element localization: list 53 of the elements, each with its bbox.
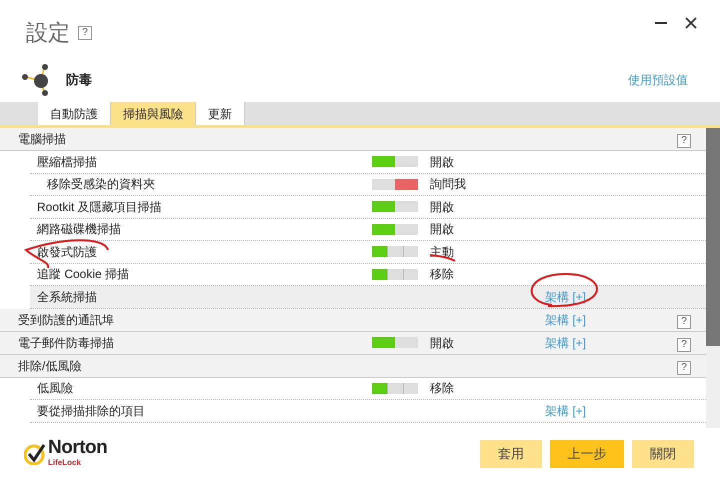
- window-title: 設定: [26, 19, 70, 47]
- tab[interactable]: 自動防護: [38, 102, 111, 125]
- setting-label: 網路磁碟機掃描: [37, 222, 121, 236]
- tab[interactable]: 更新: [196, 102, 245, 125]
- pen-scribble: [530, 273, 598, 307]
- section-header[interactable]: 電腦掃描 ?: [0, 128, 706, 151]
- setting-value: 開啟: [430, 222, 454, 236]
- section-header[interactable]: 受到防護的通訊埠 架構 [+] ?: [0, 308, 706, 332]
- toggle-slider[interactable]: [372, 337, 418, 348]
- section-header[interactable]: 電子郵件防毒掃描 開啟 架構 [+] ?: [0, 332, 706, 354]
- logo-wordmark: Norton: [48, 439, 108, 457]
- group-heading: 電腦掃描: [18, 132, 66, 146]
- setting-value: 開啟: [430, 200, 454, 214]
- setting-label: 追蹤 Cookie 掃描: [37, 267, 130, 282]
- section-title: 防毒: [66, 71, 92, 90]
- section-header[interactable]: 排除/低風險 ?: [0, 354, 706, 378]
- setting-label: 全系統掃描: [37, 290, 97, 304]
- close-icon[interactable]: [684, 16, 698, 30]
- help-button[interactable]: ?: [78, 26, 92, 40]
- tab[interactable]: 掃描與風險: [111, 102, 196, 125]
- toggle-slider[interactable]: [372, 178, 418, 190]
- setting-value: 移除: [430, 381, 454, 396]
- setting-value: 移除: [430, 267, 454, 282]
- toggle-slider[interactable]: [372, 246, 418, 258]
- logo-subtitle: LifeLock: [48, 457, 82, 469]
- toggle-slider[interactable]: [372, 224, 418, 235]
- checkmark-logo-icon: [24, 443, 46, 465]
- setting-value: 詢問我: [430, 177, 466, 192]
- toggle-slider[interactable]: [372, 201, 418, 212]
- setting-label: 移除受感染的資料夾: [47, 177, 155, 192]
- setting-label: 要從掃描排除的項目: [37, 404, 145, 418]
- help-button[interactable]: ?: [677, 338, 691, 352]
- dialog-button[interactable]: 關閉: [632, 440, 694, 468]
- setting-value: 開啟: [430, 154, 454, 169]
- toggle-slider[interactable]: [372, 156, 418, 168]
- group-heading: 電子郵件防毒掃描: [18, 336, 114, 350]
- toggle-slider[interactable]: [372, 268, 418, 280]
- help-button[interactable]: ?: [677, 360, 691, 374]
- dialog-button[interactable]: 上一步: [550, 440, 624, 468]
- setting-label: Rootkit 及隱藏項目掃描: [37, 200, 162, 214]
- group-heading: 排除/低風險: [18, 358, 82, 372]
- help-button[interactable]: ?: [677, 314, 691, 328]
- setting-label: 壓縮檔掃描: [37, 154, 97, 169]
- selected-row[interactable]: 全系統掃描 架構 [+]: [30, 286, 706, 308]
- setting-label: 低風險: [37, 381, 73, 396]
- dialog-button[interactable]: 套用: [480, 440, 542, 468]
- scrollbar[interactable]: [706, 128, 720, 428]
- help-button[interactable]: ?: [677, 134, 691, 148]
- setting-value: 開啟: [430, 336, 454, 350]
- toggle-slider[interactable]: [372, 382, 418, 394]
- setting-label: 啟發式防護: [37, 244, 97, 259]
- group-heading: 受到防護的通訊埠: [18, 312, 114, 326]
- scroll-thumb[interactable]: [706, 128, 720, 346]
